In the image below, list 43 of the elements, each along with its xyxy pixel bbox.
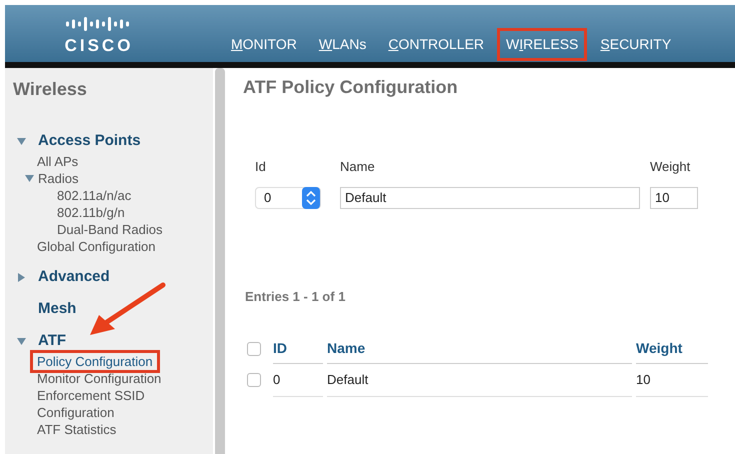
column-header[interactable]: ID	[273, 334, 323, 364]
id-select[interactable]: 0	[255, 186, 321, 208]
triangle-right-icon[interactable]	[17, 272, 26, 282]
sidebar-link[interactable]: Monitor Configuration	[33, 370, 166, 387]
sidebar-link[interactable]: ATF Statistics	[33, 421, 120, 438]
nav-tab[interactable]: MONITOR	[225, 31, 303, 58]
table-cell: Default	[327, 364, 632, 396]
checkbox[interactable]	[247, 342, 261, 356]
sidebar-link[interactable]: Dual-Band Radios	[53, 221, 167, 238]
bars-logo-icon	[66, 15, 132, 33]
page-title: ATF Policy Configuration	[243, 76, 459, 99]
sidebar-link[interactable]: 802.11b/g/n	[53, 204, 129, 221]
nav-tab[interactable]: WIRELESS	[500, 31, 584, 58]
field-label: Name	[340, 158, 376, 176]
sidebar-link[interactable]: Enforcement SSID Configuration	[33, 387, 209, 421]
logo-text: CISCO	[64, 37, 134, 54]
sidebar-link[interactable]: 802.11a/n/ac	[53, 187, 136, 204]
weight-input[interactable]: 10	[650, 186, 698, 208]
section-heading[interactable]: ATF	[38, 331, 66, 351]
column-header[interactable]: Name	[327, 334, 632, 364]
sidebar-link[interactable]: Radios	[38, 170, 78, 187]
checkbox[interactable]	[247, 373, 261, 388]
section-heading[interactable]: Advanced	[38, 267, 110, 287]
sidebar-link[interactable]: Global Configuration	[33, 238, 160, 255]
entries-count: Entries 1 - 1 of 1	[244, 288, 346, 306]
triangle-down-icon[interactable]	[17, 336, 26, 346]
name-input[interactable]: Default	[340, 186, 640, 208]
sidebar-title: Wireless	[13, 78, 88, 101]
sidebar-link[interactable]: All APs	[33, 153, 82, 170]
table-cell: 0	[273, 364, 323, 396]
section-heading[interactable]: Access Points	[38, 131, 141, 151]
field-label: Weight	[650, 158, 692, 176]
nav-tab[interactable]: CONTROLLER	[382, 31, 490, 58]
triangle-down-icon[interactable]	[25, 174, 34, 183]
nav-tab[interactable]: SECURITY	[594, 31, 678, 58]
triangle-down-icon[interactable]	[17, 136, 26, 146]
stepper-icon	[302, 186, 320, 208]
sidebar-link[interactable]: Policy Configuration	[33, 353, 157, 370]
section-heading[interactable]: Mesh	[38, 299, 76, 319]
field-label: Id	[255, 158, 267, 176]
nav-tab[interactable]: WLANs	[312, 31, 372, 58]
table-cell: 10	[636, 364, 708, 396]
column-header[interactable]: Weight	[636, 334, 708, 364]
